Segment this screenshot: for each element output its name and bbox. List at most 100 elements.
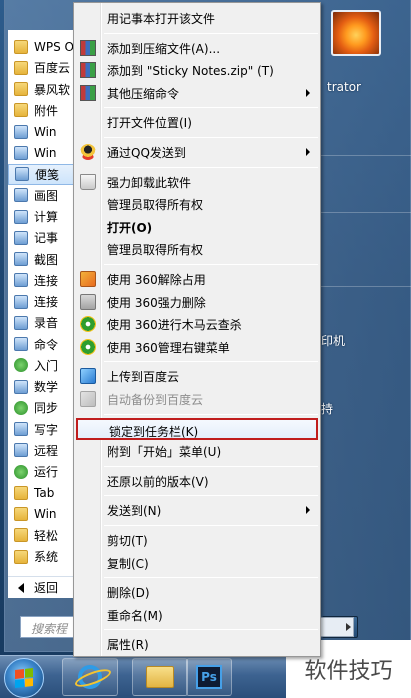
program-item[interactable]: 计算	[8, 206, 80, 227]
program-item[interactable]: 入门	[8, 355, 80, 376]
snipping-icon	[14, 252, 28, 266]
program-item[interactable]: 记事	[8, 227, 80, 248]
program-label: 数学	[34, 380, 59, 394]
menu-item[interactable]: 删除(D)	[76, 581, 318, 603]
menu-separator	[104, 361, 318, 363]
menu-item-label: 通过QQ发送到	[107, 146, 186, 160]
program-item[interactable]: 数学	[8, 376, 80, 397]
app-icon	[14, 145, 28, 160]
program-item[interactable]: 连接	[8, 291, 80, 312]
menu-item[interactable]: 还原以前的版本(V)	[76, 470, 318, 492]
program-item[interactable]: 截图	[8, 249, 80, 270]
menu-item[interactable]: 属性(R)	[76, 633, 318, 655]
menu-item[interactable]: 复制(C)	[76, 552, 318, 574]
menu-item-label: 使用 360解除占用	[107, 273, 206, 287]
program-item[interactable]: 远程	[8, 440, 80, 461]
menu-separator	[104, 629, 318, 631]
program-item[interactable]: Tab	[8, 482, 80, 503]
math-icon	[14, 379, 28, 394]
user-avatar[interactable]	[331, 10, 381, 56]
program-item[interactable]: Win	[8, 504, 80, 525]
menu-item[interactable]: 添加到压缩文件(A)...	[76, 37, 318, 59]
menu-item-label: 管理员取得所有权	[107, 243, 204, 258]
paint-icon	[14, 188, 28, 203]
menu-item[interactable]: 强力卸载此软件	[76, 171, 318, 193]
program-item[interactable]: 附件	[8, 100, 80, 121]
program-item[interactable]: 便笺	[8, 163, 80, 185]
program-item[interactable]: 画图	[8, 185, 80, 206]
menu-item[interactable]: 管理员取得所有权	[76, 238, 318, 260]
notepad-icon	[14, 230, 28, 245]
menu-item[interactable]: 使用 360管理右键菜单	[76, 336, 318, 358]
user-name-text[interactable]: trator	[327, 80, 361, 94]
menu-item[interactable]: 使用 360强力删除	[76, 291, 318, 313]
program-item[interactable]: 轻松	[8, 525, 80, 546]
program-label: 连接	[34, 295, 59, 309]
program-label: 入门	[34, 358, 59, 373]
folder-icon	[14, 507, 28, 521]
program-label: 连接	[34, 273, 59, 288]
menu-separator	[104, 107, 318, 109]
back-arrow-icon	[18, 582, 24, 593]
program-item[interactable]: 写字	[8, 419, 80, 440]
explorer-icon	[146, 666, 174, 688]
menu-item-label: 添加到 "Sticky Notes.zip" (T)	[107, 64, 274, 79]
taskbar-explorer-button[interactable]	[132, 658, 188, 696]
menu-item[interactable]: 管理员取得所有权	[76, 193, 318, 215]
menu-separator	[104, 32, 318, 34]
menu-item[interactable]: 使用 360解除占用	[76, 268, 318, 290]
devices-printers-link[interactable]: 印机	[321, 332, 345, 349]
program-label: 附件	[34, 103, 59, 118]
menu-separator	[104, 465, 318, 467]
menu-item[interactable]: 通过QQ发送到	[76, 141, 318, 163]
program-label: 同步	[34, 401, 59, 416]
program-item[interactable]: 暴风软	[8, 79, 80, 100]
program-item[interactable]: 百度云	[8, 57, 80, 78]
baidu-cloud-icon	[80, 368, 96, 385]
menu-item-label: 打开文件位置(I)	[107, 116, 192, 131]
menu-separator	[104, 264, 318, 265]
menu-item-label: 重命名(M)	[107, 608, 163, 623]
wordpad-icon	[14, 422, 28, 436]
menu-item[interactable]: 用记事本打开该文件	[76, 7, 318, 29]
folder-icon	[14, 60, 28, 75]
folder-icon	[14, 528, 28, 543]
start-button[interactable]	[4, 658, 44, 698]
sticky-notes-icon	[15, 167, 29, 181]
sync-icon	[14, 400, 28, 415]
menu-item[interactable]: 添加到 "Sticky Notes.zip" (T)	[76, 59, 318, 81]
program-item[interactable]: Win	[8, 121, 80, 142]
program-item[interactable]: Win	[8, 142, 80, 163]
menu-item[interactable]: 打开(O)	[76, 216, 318, 238]
program-label: Win	[34, 145, 57, 160]
menu-item[interactable]: 附到「开始」菜单(U)	[76, 440, 318, 462]
menu-item-label: 复制(C)	[107, 556, 149, 571]
menu-item-label: 使用 360强力删除	[107, 295, 206, 310]
program-item[interactable]: 命令	[8, 334, 80, 355]
help-support-link[interactable]: 持	[321, 400, 333, 417]
program-item[interactable]: 连接	[8, 270, 80, 291]
program-item[interactable]: WPS O	[8, 36, 80, 57]
program-item[interactable]: 运行	[8, 461, 80, 482]
menu-item[interactable]: 重命名(M)	[76, 604, 318, 626]
taskbar-photoshop-button[interactable]: Ps	[186, 658, 232, 696]
projector-icon	[14, 273, 28, 288]
taskbar-ie-button[interactable]	[62, 658, 118, 696]
menu-item[interactable]: 使用 360进行木马云查杀	[76, 313, 318, 335]
submenu-arrow-icon	[306, 148, 310, 156]
folder-icon	[14, 39, 28, 54]
winrar-icon	[80, 62, 96, 79]
360-icon	[80, 316, 96, 333]
menu-item[interactable]: 锁定到任务栏(K)	[76, 417, 318, 440]
menu-item[interactable]: 上传到百度云	[76, 365, 318, 387]
menu-item[interactable]: 发送到(N)	[76, 499, 318, 521]
program-item[interactable]: 录音	[8, 312, 80, 333]
menu-item[interactable]: 剪切(T)	[76, 529, 318, 551]
menu-item-label: 删除(D)	[107, 586, 150, 601]
program-item[interactable]: 同步	[8, 397, 80, 418]
back-button[interactable]: 返回	[8, 576, 80, 598]
menu-item[interactable]: 打开文件位置(I)	[76, 111, 318, 133]
menu-item[interactable]: 其他压缩命令	[76, 82, 318, 104]
folder-icon	[14, 549, 28, 564]
program-item[interactable]: 系统	[8, 546, 80, 567]
